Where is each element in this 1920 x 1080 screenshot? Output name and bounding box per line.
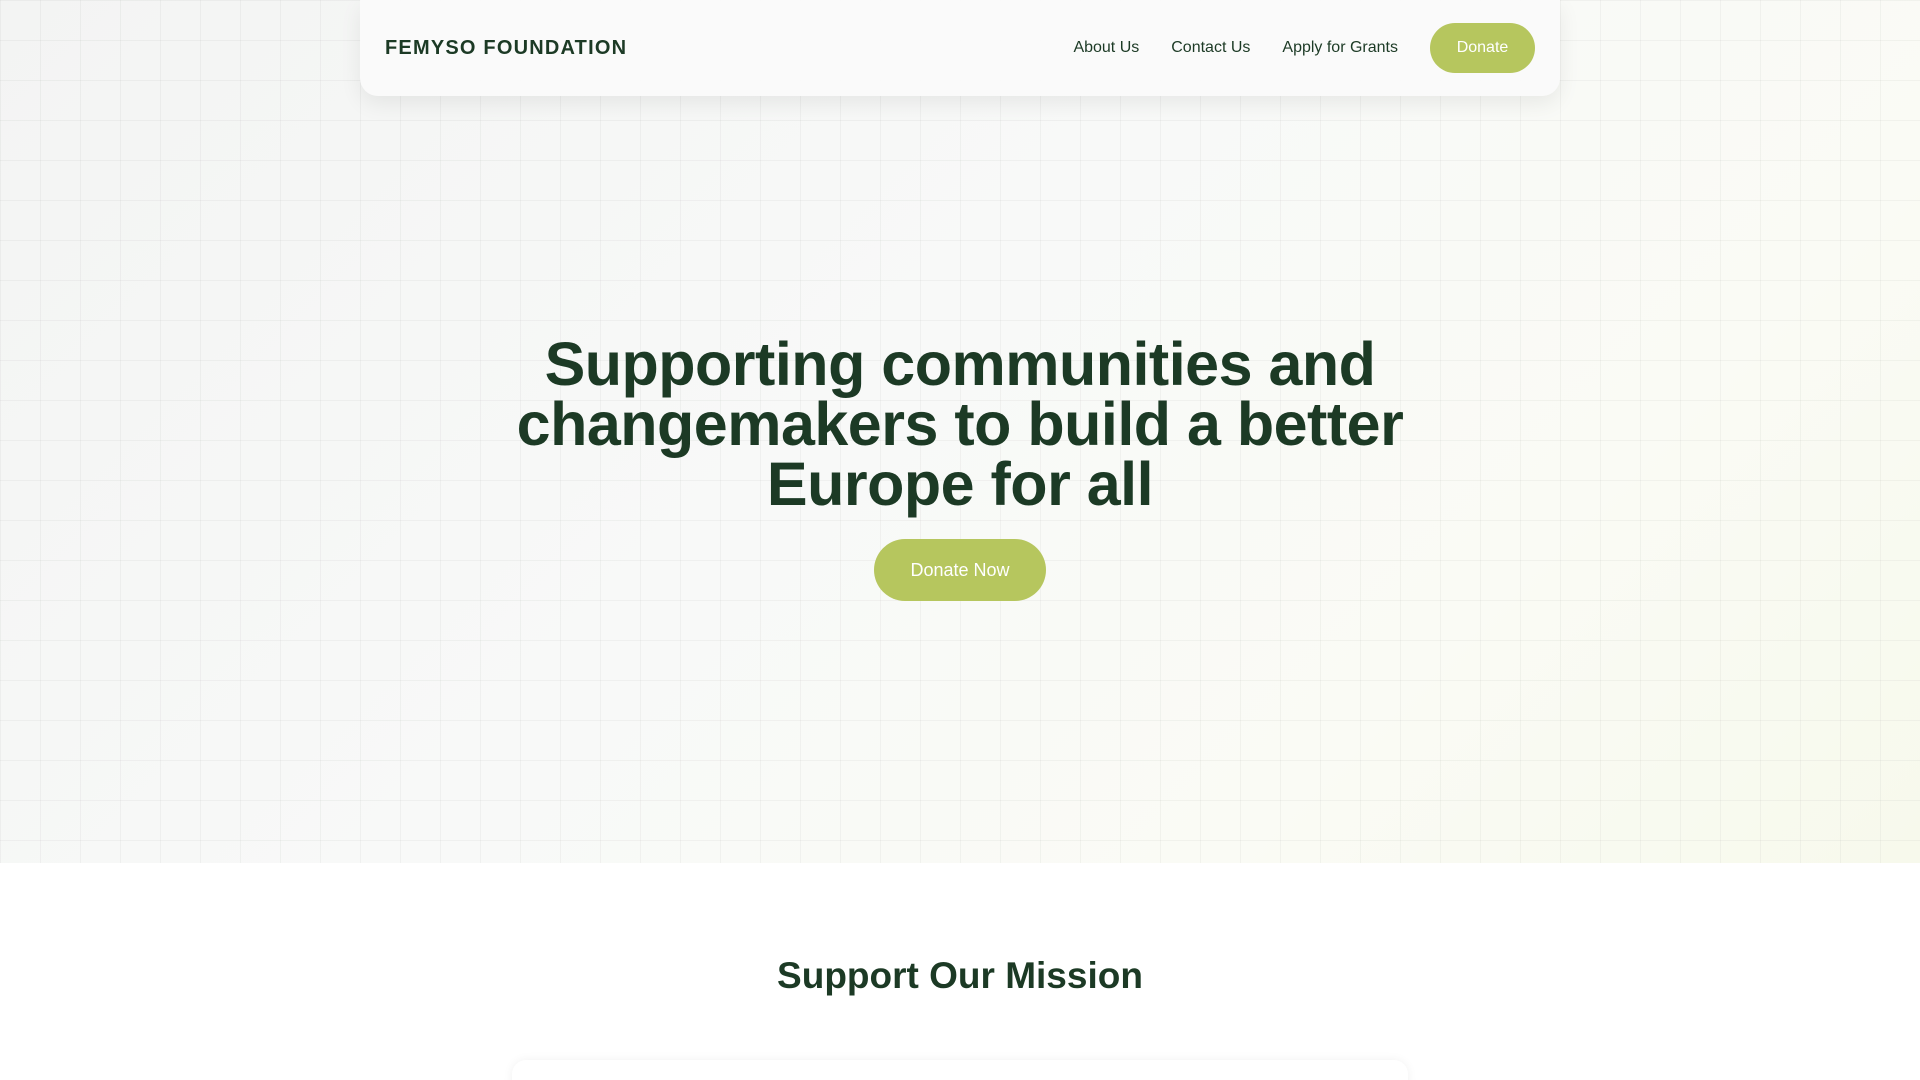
nav-link-about-us[interactable]: About Us	[1073, 39, 1139, 57]
brand-logo-text[interactable]: FEMYSO FOUNDATION	[385, 37, 627, 60]
nav-links: About Us Contact Us Apply for Grants Don…	[1073, 23, 1535, 73]
nav-link-contact-us[interactable]: Contact Us	[1171, 39, 1250, 57]
navbar: FEMYSO FOUNDATION About Us Contact Us Ap…	[360, 0, 1560, 96]
hero-headline: Supporting communities and changemakers …	[516, 330, 1404, 518]
page: FEMYSO FOUNDATION About Us Contact Us Ap…	[0, 0, 1920, 1080]
mission-card	[512, 1060, 1408, 1080]
hero-section: FEMYSO FOUNDATION About Us Contact Us Ap…	[0, 0, 1920, 863]
nav-link-apply-for-grants[interactable]: Apply for Grants	[1282, 39, 1398, 57]
nav-donate-button[interactable]: Donate	[1430, 23, 1535, 73]
donate-now-button[interactable]: Donate Now	[874, 539, 1046, 601]
mission-section-title: Support Our Mission	[777, 955, 1143, 996]
